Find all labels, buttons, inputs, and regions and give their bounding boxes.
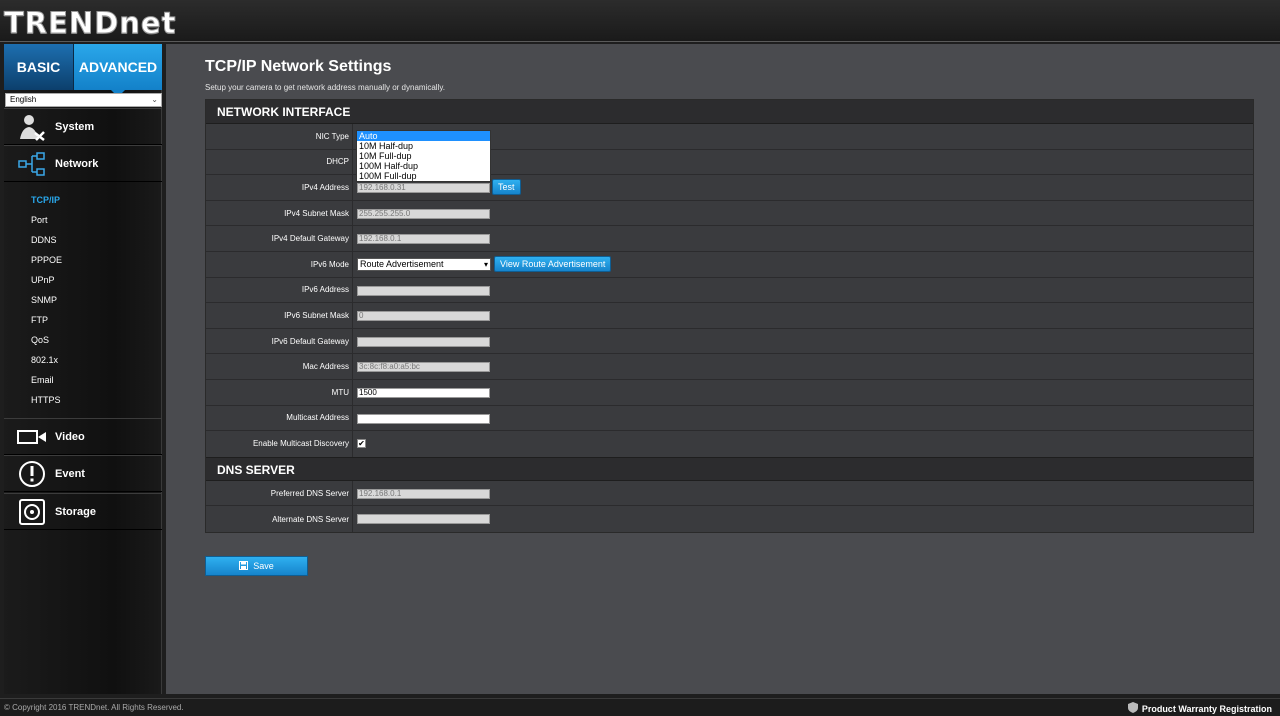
submenu-item-ddns[interactable]: DDNS — [31, 235, 57, 245]
section-heading: NETWORK INTERFACE — [206, 100, 1253, 124]
page-subtitle: Setup your camera to get network address… — [205, 83, 445, 92]
warranty-link[interactable]: Product Warranty Registration — [1127, 702, 1272, 715]
submenu-item-8021x[interactable]: 802.1x — [31, 355, 58, 365]
copyright-text: © Copyright 2016 TRENDnet. All Rights Re… — [4, 703, 184, 712]
language-select[interactable]: English ⌄ — [5, 93, 162, 107]
nic-option[interactable]: 10M Full-dup — [357, 151, 490, 161]
save-label: Save — [253, 561, 274, 571]
save-icon — [239, 560, 249, 572]
multicast-discovery-checkbox[interactable]: ✔ — [357, 439, 366, 449]
chevron-down-icon: ⌄ — [151, 95, 158, 104]
mode-tabs: BASIC ADVANCED — [4, 44, 162, 97]
nic-option[interactable]: 100M Full-dup — [357, 171, 490, 181]
ipv6-subnet-label: IPv6 Subnet Mask — [206, 303, 353, 328]
warranty-label: Product Warranty Registration — [1141, 703, 1272, 714]
video-camera-icon — [16, 423, 48, 451]
ipv6-subnet-field[interactable]: 0 — [357, 311, 490, 322]
alternate-dns-label: Alternate DNS Server — [206, 506, 353, 532]
network-icon — [16, 150, 48, 178]
sidebar-item-label: Network — [55, 157, 99, 170]
nic-option[interactable]: Auto — [357, 131, 490, 141]
tab-basic[interactable]: BASIC — [4, 44, 74, 90]
row-ipv6-address: IPv6 Address — [206, 277, 1253, 304]
alternate-dns-field[interactable] — [357, 514, 490, 525]
submenu-item-tcpip[interactable]: TCP/IP — [31, 195, 60, 205]
top-bar: TRENDnet — [0, 0, 1280, 42]
system-wrench-icon — [16, 113, 48, 141]
submenu-item-upnp[interactable]: UPnP — [31, 275, 55, 285]
sidebar: BASIC ADVANCED English ⌄ System Network … — [4, 44, 162, 694]
mtu-field[interactable]: 1500 — [357, 387, 490, 398]
ipv6-mode-label: IPv6 Mode — [206, 251, 353, 277]
row-multicast-address: Multicast Address — [206, 405, 1253, 432]
submenu-item-snmp[interactable]: SNMP — [31, 295, 57, 305]
nic-type-label: NIC Type — [206, 124, 353, 149]
row-ipv4-gateway: IPv4 Default Gateway 192.168.0.1 — [206, 226, 1253, 252]
chevron-down-icon: ▾ — [483, 259, 488, 269]
sidebar-item-label: Video — [55, 430, 85, 443]
ipv4-subnet-label: IPv4 Subnet Mask — [206, 200, 353, 226]
alert-icon — [16, 460, 48, 488]
submenu-item-qos[interactable]: QoS — [31, 335, 49, 345]
mtu-label: MTU — [206, 379, 353, 405]
mac-address-field: 3c:8c:f8:a0:a5:bc — [357, 362, 490, 373]
preferred-dns-label: Preferred DNS Server — [206, 480, 353, 506]
tab-advanced[interactable]: ADVANCED — [74, 44, 162, 97]
main-content: TCP/IP Network Settings Setup your camer… — [166, 44, 1280, 694]
ipv4-subnet-field[interactable]: 255.255.255.0 — [357, 208, 490, 219]
page-title: TCP/IP Network Settings — [205, 58, 392, 75]
sidebar-item-video[interactable]: Video — [4, 418, 162, 455]
ipv4-gateway-field[interactable]: 192.168.0.1 — [357, 234, 490, 245]
footer: © Copyright 2016 TRENDnet. All Rights Re… — [0, 698, 1280, 716]
ipv4-gateway-label: IPv4 Default Gateway — [206, 226, 353, 251]
nic-type-dropdown[interactable]: Auto 10M Half-dup 10M Full-dup 100M Half… — [356, 130, 491, 182]
submenu-item-port[interactable]: Port — [31, 215, 48, 225]
trendnet-logo: TRENDnet — [3, 6, 177, 41]
ipv4-address-field[interactable]: 192.168.0.31 — [357, 183, 490, 194]
row-alternate-dns: Alternate DNS Server — [206, 506, 1253, 532]
view-route-advertisement-button[interactable]: View Route Advertisement — [494, 255, 612, 272]
row-mtu: MTU 1500 — [206, 379, 1253, 406]
ipv6-address-label: IPv6 Address — [206, 277, 353, 303]
sidebar-item-label: System — [55, 120, 95, 133]
multicast-address-field[interactable] — [357, 413, 490, 424]
sidebar-item-network[interactable]: Network — [4, 145, 162, 182]
preferred-dns-field[interactable]: 192.168.0.1 — [357, 488, 490, 499]
row-multicast-discovery: Enable Multicast Discovery ✔ — [206, 431, 1253, 457]
mac-address-label: Mac Address — [206, 354, 353, 379]
row-ipv4-subnet: IPv4 Subnet Mask 255.255.255.0 — [206, 200, 1253, 227]
ipv4-address-label: IPv4 Address — [206, 175, 353, 200]
submenu-item-pppoe[interactable]: PPPOE — [31, 255, 62, 265]
row-ipv6-mode: IPv6 Mode Route Advertisement ▾ View Rou… — [206, 251, 1253, 278]
row-mac-address: Mac Address 3c:8c:f8:a0:a5:bc — [206, 354, 1253, 380]
ipv6-gateway-label: IPv6 Default Gateway — [206, 328, 353, 354]
nic-option[interactable]: 10M Half-dup — [357, 141, 490, 151]
row-ipv6-gateway: IPv6 Default Gateway — [206, 328, 1253, 355]
nic-option[interactable]: 100M Half-dup — [357, 161, 490, 171]
save-button[interactable]: Save — [205, 556, 308, 576]
test-button[interactable]: Test — [492, 179, 521, 196]
row-ipv6-subnet: IPv6 Subnet Mask 0 — [206, 303, 1253, 329]
sidebar-item-event[interactable]: Event — [4, 455, 162, 492]
section-heading: DNS SERVER — [206, 456, 1253, 481]
sidebar-item-label: Event — [55, 467, 85, 480]
sidebar-item-storage[interactable]: Storage — [4, 493, 162, 530]
sidebar-item-label: Storage — [55, 505, 96, 518]
language-selected: English — [10, 95, 37, 104]
submenu-item-email[interactable]: Email — [31, 375, 54, 385]
row-preferred-dns: Preferred DNS Server 192.168.0.1 — [206, 480, 1253, 507]
multicast-address-label: Multicast Address — [206, 405, 353, 431]
ipv6-mode-value: Route Advertisement — [360, 258, 444, 269]
ipv6-mode-select[interactable]: Route Advertisement ▾ — [357, 257, 491, 271]
sidebar-item-system[interactable]: System — [4, 108, 162, 145]
dhcp-label: DHCP — [206, 149, 353, 175]
submenu-item-ftp[interactable]: FTP — [31, 315, 48, 325]
storage-disk-icon — [16, 498, 48, 526]
shield-icon — [1127, 702, 1138, 715]
multicast-discovery-label: Enable Multicast Discovery — [206, 431, 353, 457]
ipv6-address-field[interactable] — [357, 285, 490, 296]
ipv6-gateway-field[interactable] — [357, 336, 490, 347]
submenu-item-https[interactable]: HTTPS — [31, 395, 61, 405]
